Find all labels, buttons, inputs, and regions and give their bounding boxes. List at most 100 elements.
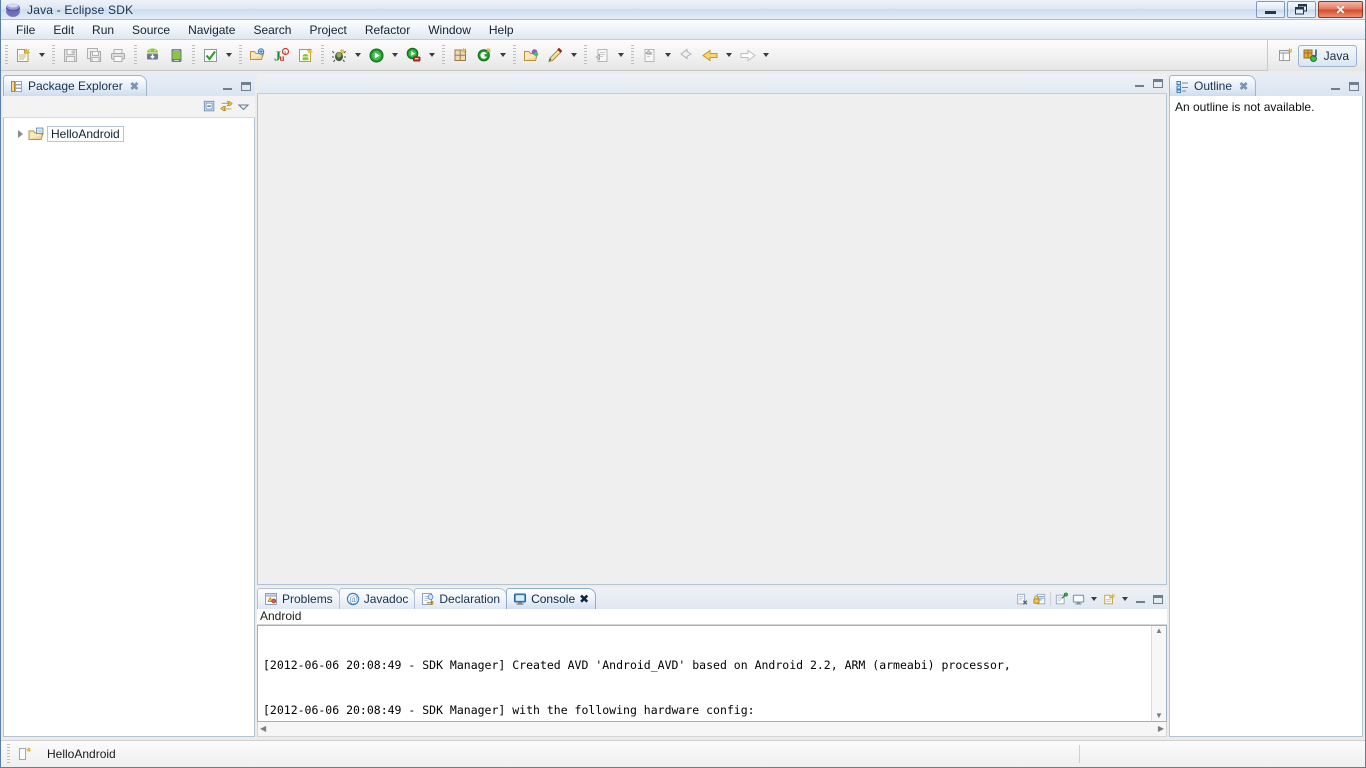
- forward-dropdown[interactable]: [759, 43, 772, 67]
- menu-search[interactable]: Search: [244, 21, 300, 39]
- close-icon[interactable]: ✖: [130, 80, 139, 93]
- new-class-dropdown[interactable]: [496, 43, 509, 67]
- pencil-dropdown[interactable]: [567, 43, 580, 67]
- view-menu-icon[interactable]: [237, 100, 250, 113]
- window-controls: ✕: [1256, 1, 1363, 18]
- save-icon[interactable]: [58, 43, 82, 67]
- external-tools-icon[interactable]: [401, 43, 425, 67]
- menu-window[interactable]: Window: [419, 21, 480, 39]
- outline-part-actions: [1329, 80, 1360, 93]
- new-package-icon[interactable]: [448, 43, 472, 67]
- close-icon[interactable]: ✖: [1239, 80, 1248, 93]
- back-arrow-icon[interactable]: [698, 43, 722, 67]
- tree-item-helloandroid[interactable]: HelloAndroid: [4, 124, 254, 144]
- close-icon[interactable]: ✖: [579, 592, 589, 606]
- menu-help[interactable]: Help: [480, 21, 523, 39]
- tab-outline[interactable]: Outline ✖: [1169, 75, 1257, 96]
- maximize-icon[interactable]: [1151, 593, 1164, 606]
- maximize-icon[interactable]: [239, 80, 252, 93]
- tab-declaration[interactable]: Declaration: [414, 588, 508, 609]
- new-file-dropdown[interactable]: [35, 43, 48, 67]
- outline-icon: [1176, 80, 1189, 93]
- android-avd-manager-icon[interactable]: [164, 43, 188, 67]
- menu-project[interactable]: Project: [300, 21, 355, 39]
- display-console-dropdown[interactable]: [1089, 592, 1099, 606]
- back-dropdown[interactable]: [722, 43, 735, 67]
- open-console-dropdown[interactable]: [1120, 592, 1130, 606]
- toolbar-grip[interactable]: [442, 45, 445, 65]
- new-android-project-icon[interactable]: [293, 43, 317, 67]
- outline-body[interactable]: An outline is not available.: [1169, 96, 1363, 737]
- menu-file[interactable]: File: [7, 21, 44, 39]
- open-type-icon[interactable]: [245, 43, 269, 67]
- checkmark-icon[interactable]: [198, 43, 222, 67]
- restore-button[interactable]: [1287, 1, 1316, 18]
- display-console-icon[interactable]: [1072, 593, 1085, 606]
- debug-dropdown[interactable]: [351, 43, 364, 67]
- console-vertical-scrollbar[interactable]: ▲ ▼: [1151, 626, 1166, 721]
- open-console-icon[interactable]: [1103, 593, 1116, 606]
- toolbar-grip[interactable]: [52, 45, 55, 65]
- pencil-icon[interactable]: [543, 43, 567, 67]
- new-file-icon[interactable]: [11, 43, 35, 67]
- link-with-editor-icon[interactable]: [220, 100, 233, 113]
- toolbar-grip[interactable]: [513, 45, 516, 65]
- console-output-area[interactable]: [2012-06-06 20:08:49 - SDK Manager] Crea…: [257, 625, 1167, 722]
- perspective-tab-java[interactable]: Java: [1297, 44, 1357, 67]
- toolbar-grip[interactable]: [134, 45, 137, 65]
- toolbar-grip[interactable]: [321, 45, 324, 65]
- run-play-icon[interactable]: [364, 43, 388, 67]
- minimize-button[interactable]: [1256, 1, 1285, 18]
- menu-source[interactable]: Source: [123, 21, 179, 39]
- menu-refactor[interactable]: Refactor: [356, 21, 419, 39]
- package-explorer-tree[interactable]: HelloAndroid: [3, 118, 255, 737]
- scroll-up-icon[interactable]: ▲: [1155, 627, 1163, 635]
- minimize-icon[interactable]: [1133, 77, 1146, 90]
- toolbar-grip[interactable]: [631, 45, 634, 65]
- tab-package-explorer[interactable]: Package Explorer ✖: [3, 75, 147, 96]
- minimize-icon[interactable]: [1329, 80, 1342, 93]
- collapse-all-icon[interactable]: [203, 100, 216, 113]
- scroll-down-icon[interactable]: ▼: [1155, 712, 1163, 720]
- close-button[interactable]: ✕: [1318, 1, 1363, 18]
- tab-javadoc[interactable]: @ Javadoc: [338, 588, 416, 609]
- forward-arrow-icon[interactable]: [735, 43, 759, 67]
- new-class-icon[interactable]: [472, 43, 496, 67]
- last-edit-location-icon[interactable]: [674, 43, 698, 67]
- console-horizontal-scrollbar[interactable]: ◀ ▶: [257, 722, 1167, 737]
- scroll-left-icon[interactable]: ◀: [260, 725, 266, 733]
- open-perspective-icon[interactable]: [1274, 44, 1298, 68]
- run-dropdown[interactable]: [388, 43, 401, 67]
- save-all-icon[interactable]: [82, 43, 106, 67]
- clear-console-icon[interactable]: [1016, 593, 1029, 606]
- next-annotation-icon[interactable]: [637, 43, 661, 67]
- junit-icon[interactable]: J u a: [269, 43, 293, 67]
- menu-navigate[interactable]: Navigate: [179, 21, 244, 39]
- toolbar-grip[interactable]: [192, 45, 195, 65]
- tab-problems[interactable]: Problems: [257, 588, 340, 609]
- open-task-icon[interactable]: [519, 43, 543, 67]
- menu-run[interactable]: Run: [83, 21, 123, 39]
- prev-annotation-dropdown[interactable]: [614, 43, 627, 67]
- prev-annotation-icon[interactable]: [590, 43, 614, 67]
- toolbar-grip[interactable]: [239, 45, 242, 65]
- toolbar-grip[interactable]: [5, 45, 8, 65]
- toolbar-grip[interactable]: [584, 45, 587, 65]
- android-sdk-manager-icon[interactable]: [140, 43, 164, 67]
- maximize-icon[interactable]: [1151, 77, 1164, 90]
- minimize-icon[interactable]: [1134, 593, 1147, 606]
- external-tools-dropdown[interactable]: [425, 43, 438, 67]
- print-icon[interactable]: [106, 43, 130, 67]
- minimize-icon[interactable]: [221, 80, 234, 93]
- expand-arrow-icon[interactable]: [18, 130, 23, 138]
- scroll-right-icon[interactable]: ▶: [1158, 725, 1164, 733]
- next-annotation-dropdown[interactable]: [661, 43, 674, 67]
- scroll-lock-icon[interactable]: [1033, 593, 1046, 606]
- menu-edit[interactable]: Edit: [44, 21, 83, 39]
- pin-console-icon[interactable]: [1055, 592, 1068, 606]
- build-dropdown[interactable]: [222, 43, 235, 67]
- tab-console[interactable]: Console ✖: [506, 588, 597, 609]
- editor-canvas[interactable]: [257, 94, 1167, 585]
- debug-bug-icon[interactable]: [327, 43, 351, 67]
- maximize-icon[interactable]: [1347, 80, 1360, 93]
